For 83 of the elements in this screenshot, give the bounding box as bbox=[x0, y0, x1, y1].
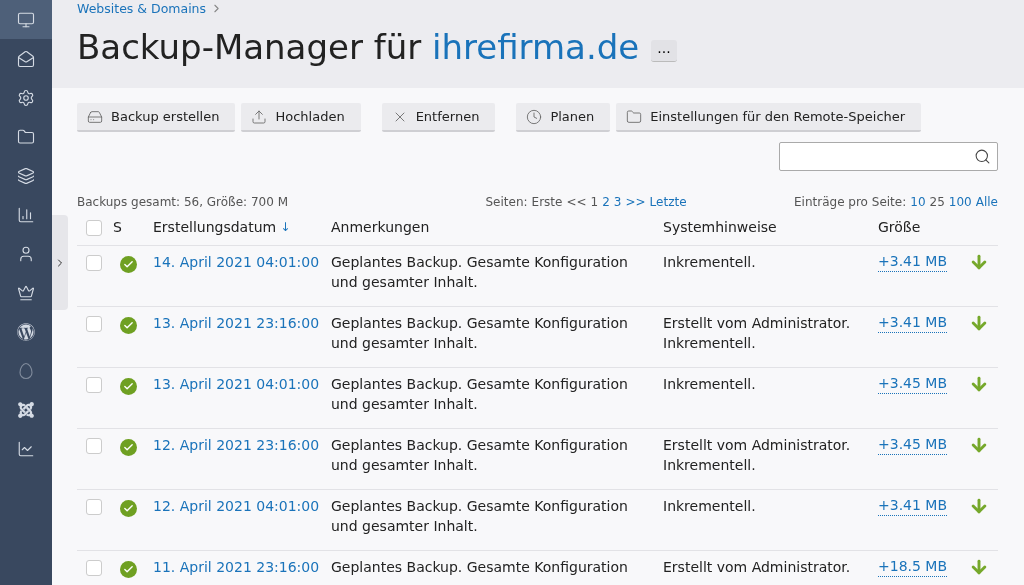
notes-text: Geplantes Backup. Gesamte Konfiguration bbox=[331, 558, 629, 577]
system-notes-text: Erstellt vom Administrator. bbox=[663, 558, 852, 577]
search-field[interactable] bbox=[779, 142, 998, 171]
system-notes-text: Inkrementell. bbox=[663, 497, 757, 516]
page-link[interactable]: >> bbox=[625, 195, 646, 209]
toolbar-button[interactable]: Entfernen bbox=[381, 103, 496, 132]
select-all-checkbox[interactable] bbox=[86, 220, 102, 236]
download-icon[interactable] bbox=[969, 435, 989, 455]
size-link[interactable]: +3.41 MB bbox=[878, 252, 948, 272]
system-notes-text: Erstellt vom Administrator. Inkrementell. bbox=[663, 436, 852, 475]
more-button[interactable]: ... bbox=[651, 40, 677, 62]
notes-text: Geplantes Backup. Gesamte Konfiguration und gesamter Inhalt. bbox=[331, 253, 629, 292]
per-page-label: Einträge pro Seite: bbox=[794, 195, 907, 209]
download-icon[interactable] bbox=[969, 557, 989, 577]
bar-chart-icon bbox=[17, 205, 35, 224]
date-link[interactable]: 14. April 2021 04:01:00 bbox=[153, 252, 331, 272]
folder-icon bbox=[17, 127, 35, 146]
drive-icon bbox=[87, 108, 103, 125]
system-notes-text: Inkrementell. bbox=[663, 375, 757, 394]
download-icon[interactable] bbox=[969, 374, 989, 394]
upload-icon bbox=[251, 108, 268, 125]
monitor-icon bbox=[17, 10, 35, 29]
row-checkbox[interactable] bbox=[86, 316, 102, 332]
column-header[interactable]: Erstellungsdatum ↓ bbox=[153, 217, 331, 237]
notes-text: Geplantes Backup. Gesamte Konfiguration und gesamter Inhalt. bbox=[331, 436, 629, 475]
notes-text: Geplantes Backup. Gesamte Konfiguration und gesamter Inhalt. bbox=[331, 497, 629, 536]
pagination-label: Seiten: bbox=[485, 195, 528, 209]
per-page-current: 25 bbox=[929, 195, 945, 209]
page-text: Erste bbox=[531, 195, 563, 209]
mail-icon bbox=[17, 49, 35, 68]
date-link[interactable]: 13. April 2021 23:16:00 bbox=[153, 313, 331, 333]
summary-text: Backups gesamt: 56, Größe: 700 M bbox=[77, 195, 288, 209]
search-icon bbox=[974, 148, 991, 165]
date-link[interactable]: 12. April 2021 23:16:00 bbox=[153, 435, 331, 455]
size-link[interactable]: +18.5 MB bbox=[878, 557, 948, 577]
size-link[interactable]: +3.41 MB bbox=[878, 313, 948, 333]
user-icon bbox=[17, 244, 35, 263]
per-page-link[interactable]: Alle bbox=[975, 195, 998, 209]
page-link[interactable]: Letzte bbox=[649, 195, 687, 209]
page-title: Backup-Manager für ihrefirma.de bbox=[77, 27, 640, 67]
wordpress-icon bbox=[17, 322, 35, 341]
folder-icon bbox=[626, 108, 643, 125]
row-checkbox[interactable] bbox=[86, 499, 102, 515]
per-page-link[interactable]: 10 bbox=[910, 195, 926, 209]
toolbar-button[interactable]: Planen bbox=[516, 103, 611, 132]
panel-toggle[interactable] bbox=[52, 215, 68, 310]
toolbar-button[interactable]: Hochladen bbox=[241, 103, 361, 132]
crown-icon bbox=[17, 283, 35, 302]
column-header[interactable]: Systemhinweise bbox=[663, 217, 878, 237]
system-notes-text: Erstellt vom Administrator. Inkrementell. bbox=[663, 314, 852, 353]
row-checkbox[interactable] bbox=[86, 560, 102, 576]
sidebar-item[interactable] bbox=[0, 0, 52, 39]
download-icon[interactable] bbox=[969, 313, 989, 333]
size-link[interactable]: +3.45 MB bbox=[878, 374, 948, 394]
download-icon[interactable] bbox=[969, 252, 989, 272]
notes-text: Geplantes Backup. Gesamte Konfiguration und gesamter Inhalt. bbox=[331, 314, 629, 353]
toolbar-button[interactable]: Backup erstellen bbox=[77, 103, 236, 132]
toolbar-button[interactable]: Einstellungen für den Remote-Speicher bbox=[616, 103, 922, 132]
page-text: << bbox=[566, 195, 587, 209]
row-checkbox[interactable] bbox=[86, 438, 102, 454]
date-link[interactable]: 12. April 2021 04:01:00 bbox=[153, 496, 331, 516]
settings-icon bbox=[17, 88, 35, 107]
page-text: 1 bbox=[590, 195, 599, 209]
date-link[interactable]: 13. April 2021 04:01:00 bbox=[153, 374, 331, 394]
chart-icon bbox=[17, 439, 35, 458]
system-notes-text: Inkrementell. bbox=[663, 253, 757, 272]
date-link[interactable]: 11. April 2021 23:16:00 bbox=[153, 557, 331, 577]
page-link[interactable]: 3 bbox=[613, 195, 622, 209]
column-header[interactable]: S bbox=[113, 217, 153, 237]
per-page-link[interactable]: 100 bbox=[948, 195, 972, 209]
layers-icon bbox=[17, 166, 35, 185]
clock-icon bbox=[526, 108, 543, 125]
column-header[interactable]: Größe bbox=[878, 217, 1009, 237]
breadcrumb-link[interactable]: Websites & Domains bbox=[77, 1, 207, 16]
size-link[interactable]: +3.41 MB bbox=[878, 496, 948, 516]
download-icon[interactable] bbox=[969, 496, 989, 516]
page-link[interactable]: 2 bbox=[602, 195, 610, 209]
row-checkbox[interactable] bbox=[86, 255, 102, 271]
row-checkbox[interactable] bbox=[86, 377, 102, 393]
column-header[interactable]: Anmerkungen bbox=[331, 217, 663, 237]
notes-text: Geplantes Backup. Gesamte Konfiguration und gesamter Inhalt. bbox=[331, 375, 629, 414]
joomla-icon bbox=[17, 400, 35, 419]
size-link[interactable]: +3.45 MB bbox=[878, 435, 948, 455]
